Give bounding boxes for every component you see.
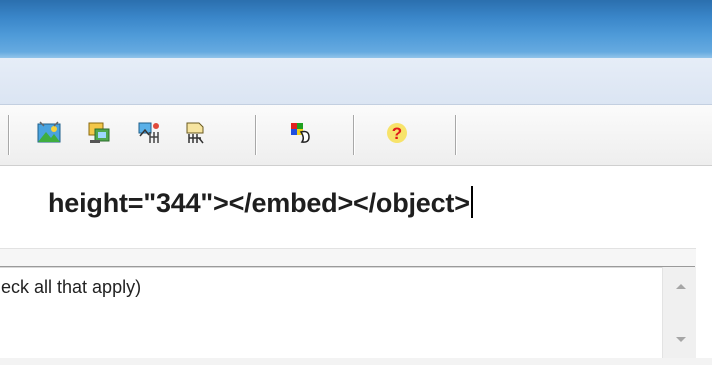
file-properties-button[interactable]	[180, 118, 210, 148]
insert-image-icon	[36, 120, 62, 146]
color-palette-icon	[287, 120, 313, 146]
file-properties-icon	[182, 120, 208, 146]
insert-media-icon	[86, 120, 112, 146]
menu-bar	[0, 58, 712, 105]
help-glyph: ?	[392, 124, 402, 143]
bottom-edge	[0, 358, 712, 365]
vertical-scrollbar[interactable]	[662, 267, 697, 358]
toolbar-separator	[255, 115, 256, 155]
help-icon: ?	[384, 120, 410, 146]
window-edge	[696, 166, 712, 365]
options-text: eck all that apply)	[1, 277, 142, 297]
text-caret	[470, 186, 473, 218]
code-input-value: height="344"></embed></object>	[48, 188, 470, 218]
manage-files-button[interactable]	[134, 118, 164, 148]
insert-media-button[interactable]	[84, 118, 114, 148]
insert-image-button[interactable]	[34, 118, 64, 148]
window: ? height="344"></embed></object> eck all…	[0, 0, 712, 365]
toolbar-separator	[455, 115, 456, 155]
manage-files-icon	[136, 120, 162, 146]
window-title-bar[interactable]	[0, 0, 712, 58]
options-textarea[interactable]: eck all that apply)	[0, 266, 695, 360]
toolbar: ?	[0, 105, 712, 166]
divider	[0, 249, 712, 267]
toolbar-separator	[8, 115, 9, 155]
code-input-field[interactable]: height="344"></embed></object>	[0, 166, 712, 249]
scroll-up-arrow-icon[interactable]	[676, 284, 686, 289]
help-button[interactable]: ?	[382, 118, 412, 148]
color-palette-button[interactable]	[285, 118, 315, 148]
scroll-down-arrow-icon[interactable]	[676, 337, 686, 342]
toolbar-separator	[353, 115, 354, 155]
